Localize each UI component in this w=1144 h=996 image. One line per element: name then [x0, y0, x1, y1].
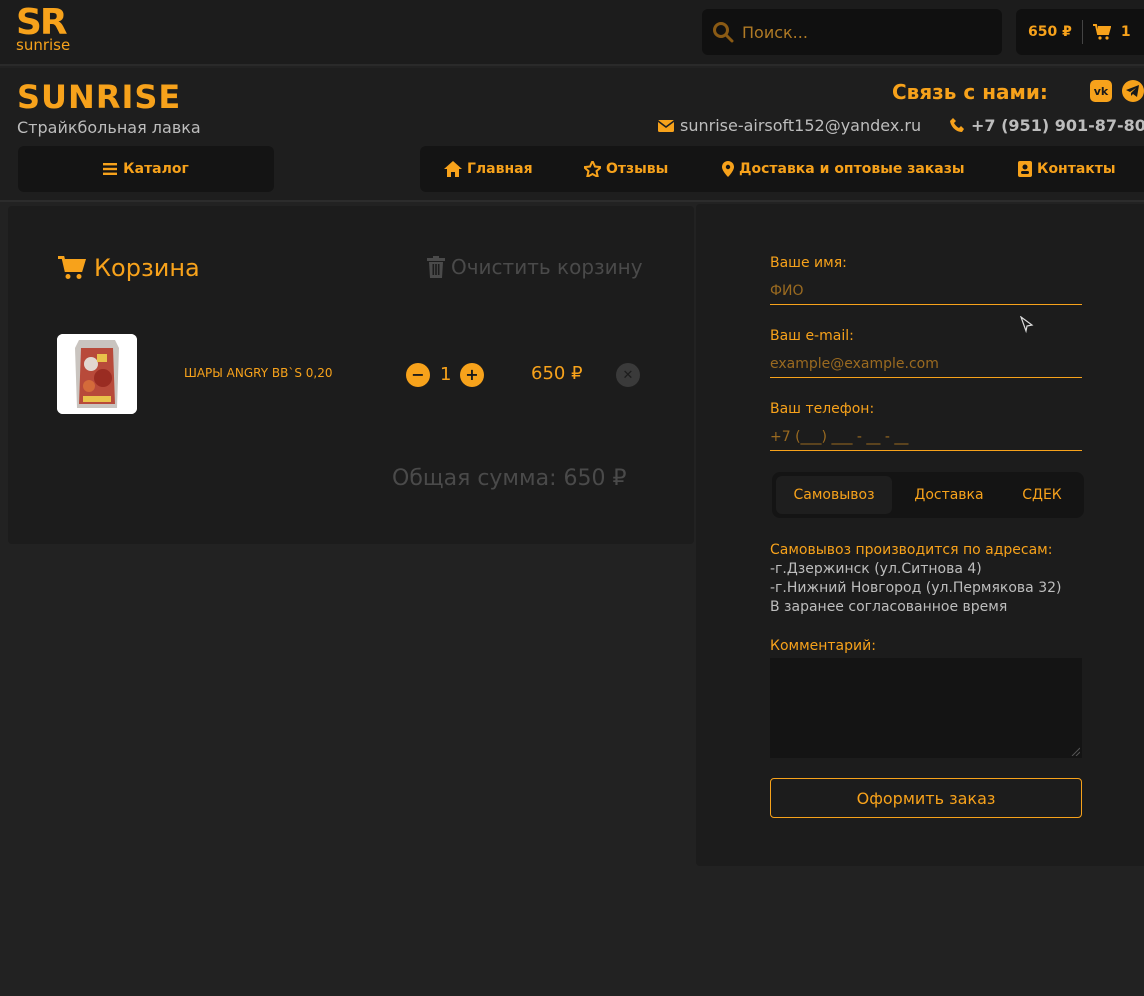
phone-label: Ваш телефон: [770, 401, 875, 417]
phone-icon [950, 118, 965, 133]
cart-icon [58, 256, 86, 280]
cart-title-text: Корзина [94, 254, 200, 282]
clear-cart-label: Очистить корзину [451, 255, 643, 279]
envelope-icon [658, 119, 674, 132]
cart-total: Общая сумма: 650 ₽ [392, 466, 627, 491]
map-pin-icon [722, 161, 734, 177]
comment-label: Комментарий: [770, 638, 876, 654]
divider [1081, 20, 1083, 44]
nav-item-home[interactable]: Главная [444, 146, 533, 192]
nav-label: Доставка и оптовые заказы [739, 161, 965, 177]
tab-delivery[interactable]: Доставка [896, 476, 1002, 514]
nav-item-contacts[interactable]: Контакты [1018, 146, 1116, 192]
header-cart[interactable]: 650 ₽ 1 [1016, 9, 1144, 55]
contact-email[interactable]: sunrise-airsoft152@yandex.ru [658, 116, 921, 135]
contact-title: Связь с нами: [892, 80, 1048, 104]
contact-card-icon [1018, 161, 1032, 177]
pickup-note: В заранее согласованное время [770, 599, 1008, 615]
nav-item-reviews[interactable]: Отзывы [584, 146, 668, 192]
mouse-cursor-icon [1020, 316, 1034, 334]
close-icon: ✕ [622, 367, 634, 383]
catalog-label: Каталог [123, 161, 189, 177]
phone-field[interactable]: +7 (___) ___ - __ - __ [770, 425, 1082, 451]
cart-amount: 650 ₽ [1028, 24, 1072, 40]
pickup-heading: Самовывоз производится по адресам: [770, 542, 1053, 558]
email-field[interactable]: example@example.com [770, 352, 1082, 378]
nav-label: Главная [467, 161, 533, 177]
logo-subtitle: sunrise [16, 36, 71, 54]
tab-pickup[interactable]: Самовывоз [776, 476, 892, 514]
email-label: Ваш e-mail: [770, 328, 854, 344]
pickup-address: -г.Нижний Новгород (ул.Пермякова 32) [770, 580, 1062, 596]
clear-cart-button[interactable]: Очистить корзину [427, 255, 643, 279]
quantity-value: 1 [440, 364, 452, 385]
cart-icon [1092, 24, 1111, 40]
increase-quantity-button[interactable]: + [460, 363, 484, 387]
contact-phone[interactable]: +7 (951) 901-87-80 [950, 116, 1144, 135]
telegram-icon[interactable] [1122, 80, 1144, 102]
comment-textarea[interactable] [770, 658, 1082, 758]
search-icon[interactable] [712, 21, 734, 43]
nav-label: Контакты [1037, 161, 1116, 177]
home-icon [444, 161, 462, 177]
cart-count: 1 [1120, 24, 1131, 40]
product-name[interactable]: ШАРЫ ANGRY BB`S 0,20 [184, 366, 333, 380]
submit-order-button[interactable]: Оформить заказ [770, 778, 1082, 818]
trash-icon [427, 256, 445, 278]
search-input[interactable] [742, 22, 982, 42]
name-label: Ваше имя: [770, 255, 847, 271]
phone-text: +7 (951) 901-87-80 [971, 116, 1144, 135]
tab-cdek[interactable]: СДЕК [1004, 476, 1080, 514]
search-bar[interactable] [702, 9, 1002, 55]
main-nav: Главная Отзывы Доставка и оптовые заказы… [420, 146, 1144, 192]
logo-mark: SR [16, 2, 68, 43]
brand-tagline: Страйкбольная лавка [17, 118, 201, 137]
nav-label: Отзывы [606, 161, 669, 177]
brand-name[interactable]: SUNRISE [17, 78, 181, 116]
remove-item-button[interactable]: ✕ [616, 363, 640, 387]
menu-icon [103, 163, 118, 175]
product-price: 650 ₽ [531, 363, 583, 384]
delivery-method-tabs: Самовывоз Доставка СДЕК [772, 472, 1084, 518]
site-logo[interactable]: SR sunrise [16, 2, 86, 54]
pickup-address: -г.Дзержинск (ул.Ситнова 4) [770, 561, 982, 577]
decrease-quantity-button[interactable]: − [406, 363, 430, 387]
nav-item-delivery[interactable]: Доставка и оптовые заказы [722, 146, 965, 192]
cart-title: Корзина [58, 254, 200, 282]
email-text: sunrise-airsoft152@yandex.ru [680, 116, 922, 135]
product-image[interactable] [57, 334, 137, 414]
vk-icon[interactable]: vk [1090, 80, 1112, 102]
star-icon [584, 161, 601, 177]
resize-handle-icon[interactable] [1070, 746, 1080, 756]
name-field[interactable]: ФИО [770, 279, 1082, 305]
catalog-button[interactable]: Каталог [18, 146, 274, 192]
